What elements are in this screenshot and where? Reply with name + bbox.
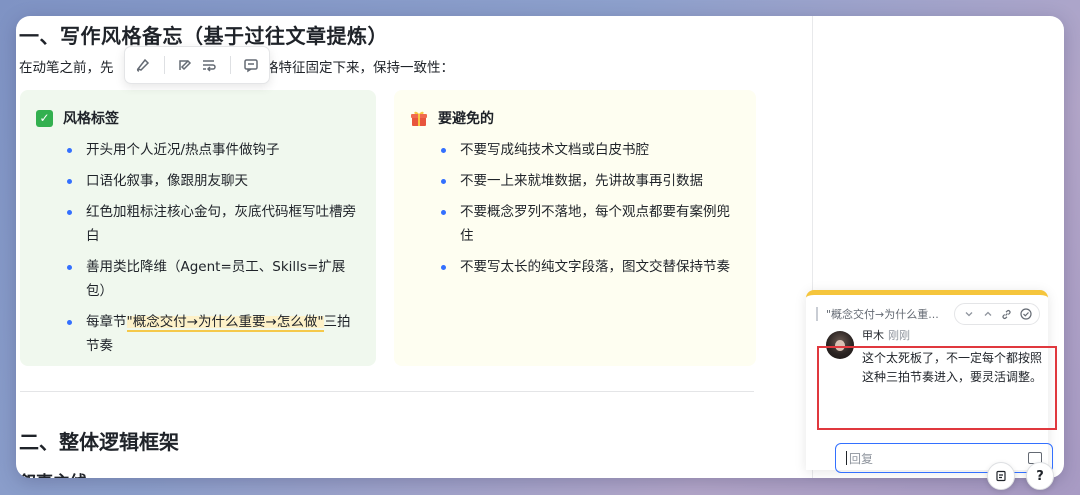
format-painter-icon[interactable] [133, 53, 154, 77]
callout-style-tags: ✓ 风格标签 开头用个人近况/热点事件做钩子 口语化叙事，像跟朋友聊天 红色加粗… [20, 90, 376, 366]
section-divider [20, 391, 754, 392]
list-item: 善用类比降维（Agent=员工、Skills=扩展包） [64, 255, 358, 303]
callout-avoid: 要避免的 不要写成纯技术文档或白皮书腔 不要一上来就堆数据，先讲故事再引数据 不… [394, 90, 756, 366]
comment-actions [954, 303, 1040, 325]
toolbar-divider [163, 56, 165, 74]
list-item: 开头用个人近况/热点事件做钩子 [64, 138, 358, 162]
chevron-down-icon[interactable] [960, 306, 977, 323]
callout-title: 要避免的 [410, 108, 738, 128]
avoid-list: 不要写成纯技术文档或白皮书腔 不要一上来就堆数据，先讲故事再引数据 不要概念罗列… [412, 138, 738, 279]
list-item: 红色加粗标注核心金句，灰底代码框写吐槽旁白 [64, 200, 358, 248]
item-text-before: 每章节 [86, 314, 127, 330]
link-icon[interactable] [998, 306, 1015, 323]
add-comment-icon[interactable] [240, 53, 261, 77]
style-list: 开头用个人近况/热点事件做钩子 口语化叙事，像跟朋友聊天 红色加粗标注核心金句，… [38, 138, 358, 358]
callout-title: ✓ 风格标签 [36, 108, 358, 128]
doc-outline-icon[interactable] [987, 462, 1015, 490]
comment-quote: "概念交付→为什么重... [816, 303, 1040, 325]
comment-author: 甲木 刚刚 [862, 327, 910, 343]
author-name[interactable]: 甲木 [862, 329, 884, 342]
quote-bar [816, 307, 818, 321]
callout-title-text: 要避免的 [438, 111, 494, 127]
list-item: 不要写成纯技术文档或白皮书腔 [438, 138, 738, 162]
list-item: 每章节"概念交付→为什么重要→怎么做"三拍节奏 [64, 310, 358, 358]
heading-1: 一、写作风格备忘（基于过往文章提炼） [19, 24, 388, 48]
toolbar-divider [229, 56, 231, 74]
list-item: 不要概念罗列不落地，每个观点都要有案例兜住 [438, 200, 738, 248]
reply-placeholder: 回复 [849, 451, 874, 466]
document-area: 一、写作风格备忘（基于过往文章提炼） 在动笔之前，先 风格特征固定下来，保持一致性… [16, 16, 812, 478]
callout-title-text: 风格标签 [63, 111, 119, 127]
comment-time: 刚刚 [888, 329, 910, 342]
heading-3: 叙事主线 [19, 468, 87, 478]
list-item: 不要一上来就堆数据，先讲故事再引数据 [438, 169, 738, 193]
heading-2: 二、整体逻辑框架 [19, 430, 179, 454]
list-item: 不要写太长的纯文字段落，图文交替保持节奏 [438, 255, 738, 279]
help-icon[interactable]: ? [1026, 462, 1054, 490]
text-wrap-icon[interactable] [199, 53, 220, 77]
comment-style-icon[interactable] [174, 53, 195, 77]
text-cursor [846, 451, 847, 465]
gift-icon [410, 109, 428, 127]
resolve-check-icon[interactable] [1017, 306, 1034, 323]
selection-toolbar [124, 46, 270, 84]
commented-highlight[interactable]: "概念交付→为什么重要→怎么做" [126, 314, 324, 332]
quote-text: "概念交付→为什么重... [826, 308, 939, 321]
reply-input[interactable]: 回复 [835, 443, 1053, 473]
annotation-highlight-box [817, 346, 1057, 430]
chevron-up-icon[interactable] [979, 306, 996, 323]
check-icon: ✓ [36, 109, 53, 127]
list-item: 口语化叙事，像跟朋友聊天 [64, 169, 358, 193]
intro-text-before: 在动笔之前，先 [19, 60, 114, 76]
intro-text-after: 风格特征固定下来，保持一致性： [251, 60, 455, 76]
